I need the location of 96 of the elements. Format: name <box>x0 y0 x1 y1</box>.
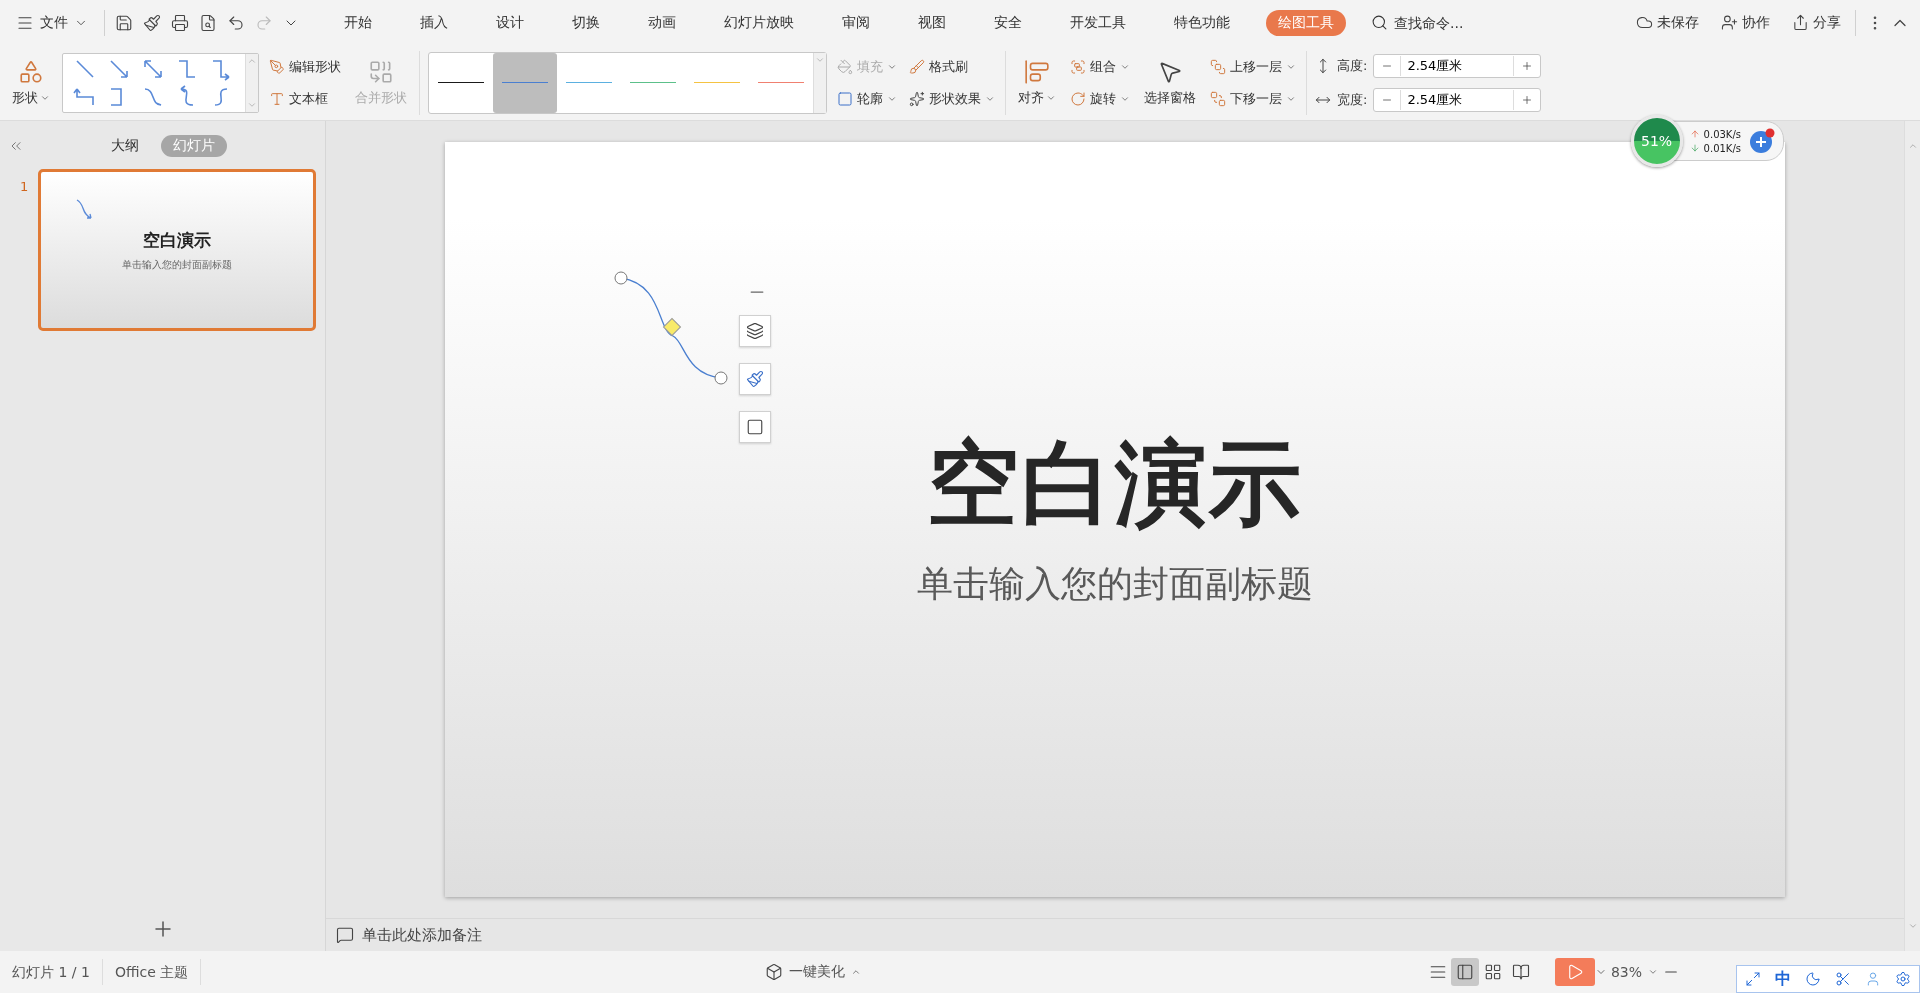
outline-icon <box>837 90 853 107</box>
download-rate: 0.01K/s <box>1703 142 1741 154</box>
top-action-button[interactable]: 分享 <box>1788 11 1845 34</box>
menu-tab[interactable]: 安全 <box>982 9 1034 36</box>
brush-icon <box>909 58 925 75</box>
align-icon <box>1024 58 1050 85</box>
file-menu-button[interactable]: 文件 <box>10 9 94 36</box>
layers-button[interactable] <box>739 315 771 347</box>
play-button[interactable] <box>1554 958 1595 986</box>
upload-arrow-icon <box>1689 129 1700 139</box>
size-field[interactable]: 2.54厘米 <box>1373 87 1542 112</box>
print-icon[interactable] <box>171 13 189 32</box>
reading-view-icon <box>1511 963 1530 981</box>
text-box-button[interactable]: 文本框 <box>267 87 343 110</box>
upload-rate: 0.03K/s <box>1703 128 1741 140</box>
lines-icon <box>1428 963 1447 981</box>
top-action-button[interactable]: 未保存 <box>1632 11 1703 34</box>
moon-icon[interactable] <box>1805 971 1821 987</box>
size-field[interactable]: 2.54厘米 <box>1373 53 1542 78</box>
menu-tab[interactable]: 设计 <box>484 9 536 36</box>
grid-view-icon <box>1483 963 1502 981</box>
user-icon[interactable] <box>1865 971 1881 987</box>
shape-effects-button[interactable]: 形状效果 <box>907 87 997 110</box>
search-field[interactable]: 查找命令... <box>1392 13 1506 32</box>
effects-icon <box>909 90 925 107</box>
group-icon <box>1070 58 1086 75</box>
ime-mode[interactable]: 中 <box>1775 968 1791 990</box>
outline-button[interactable] <box>739 411 771 443</box>
rotate-icon <box>1070 90 1086 107</box>
rotate-button[interactable]: 旋转 <box>1068 87 1132 110</box>
undo-icon[interactable] <box>227 13 245 32</box>
cube-icon <box>765 963 784 981</box>
share-icon <box>1792 14 1809 31</box>
menu-tab[interactable]: 审阅 <box>830 9 882 36</box>
theme-name: Office 主题 <box>102 959 202 985</box>
menu-tab[interactable]: 切换 <box>560 9 612 36</box>
top-action-button[interactable]: 协作 <box>1717 11 1774 34</box>
add-widget-icon[interactable] <box>1749 128 1775 154</box>
thumbnail-subtitle: 单击输入您的封面副标题 <box>122 257 233 272</box>
panel-tab[interactable]: 大纲 <box>98 135 151 157</box>
menu-tab[interactable]: 动画 <box>636 9 688 36</box>
shape-label: 形状 <box>12 88 38 107</box>
merge-icon <box>368 58 394 85</box>
save-icon[interactable] <box>115 13 133 32</box>
settings-icon[interactable] <box>1895 971 1911 987</box>
increase-icon[interactable] <box>1521 93 1534 106</box>
menu-tab[interactable]: 插入 <box>408 9 460 36</box>
view-mode-button[interactable] <box>1450 958 1479 986</box>
caret-icon <box>1648 967 1658 977</box>
format-painter-button[interactable]: 格式刷 <box>907 55 997 78</box>
zoom-level-button[interactable]: 83% <box>1606 962 1662 982</box>
slide-title: 空白演示 <box>927 429 1303 539</box>
increase-icon[interactable] <box>1521 59 1534 72</box>
thumbnail-title: 空白演示 <box>143 228 212 252</box>
search-icon <box>1371 14 1388 31</box>
bring-forward-icon <box>1210 58 1226 75</box>
shapes-icon <box>18 58 44 85</box>
caret-icon <box>851 967 862 977</box>
bring-forward-button[interactable]: 上移一层 <box>1208 55 1298 78</box>
size-label: 宽度: <box>1337 90 1368 109</box>
pen-tool-icon <box>269 58 285 75</box>
paint-bucket-icon <box>837 58 853 75</box>
shape-button[interactable]: 形状 <box>8 56 54 109</box>
redo-icon[interactable] <box>255 13 273 32</box>
outline-icon <box>746 418 764 436</box>
outline-button[interactable]: 轮廓 <box>835 87 899 110</box>
menu-tab[interactable]: 视图 <box>906 9 958 36</box>
menu-tab[interactable]: 开始 <box>332 9 384 36</box>
slide-thumbnail[interactable]: 空白演示 单击输入您的封面副标题 <box>38 169 317 331</box>
edit-shape-button[interactable]: 编辑形状 <box>267 55 343 78</box>
selection-pane-button[interactable]: 选择窗格 <box>1140 56 1200 109</box>
slide-counter: 幻灯片 1 / 1 <box>0 959 103 985</box>
text-box-icon <box>269 90 285 107</box>
beautify-button[interactable]: 一键美化 <box>761 961 866 983</box>
size-label: 高度: <box>1337 56 1368 75</box>
group-button[interactable]: 组合 <box>1068 55 1132 78</box>
menu-tab[interactable]: 幻灯片放映 <box>712 9 806 36</box>
align-label: 对齐 <box>1018 88 1044 107</box>
menu-tab[interactable]: 开发工具 <box>1058 9 1138 36</box>
layers-icon <box>746 322 764 340</box>
user-plus-icon <box>1721 14 1738 31</box>
slide-number: 1 <box>20 178 29 196</box>
menu-tab[interactable]: 特色功能 <box>1162 9 1242 36</box>
download-arrow-icon <box>1689 143 1700 153</box>
brush-icon[interactable] <box>143 13 161 32</box>
normal-view-icon <box>1455 963 1474 981</box>
preview-icon[interactable] <box>199 13 217 32</box>
send-backward-button[interactable]: 下移一层 <box>1208 87 1298 110</box>
slide-subtitle: 单击输入您的封面副标题 <box>917 562 1313 606</box>
send-backward-icon <box>1210 90 1226 107</box>
notes-prompt[interactable]: 单击此处添加备注 <box>362 925 482 945</box>
align-button[interactable]: 对齐 <box>1014 56 1060 109</box>
cloud-icon <box>1636 14 1653 31</box>
brush-icon <box>746 370 764 388</box>
style-button[interactable] <box>739 363 771 395</box>
comment-icon <box>336 926 354 944</box>
